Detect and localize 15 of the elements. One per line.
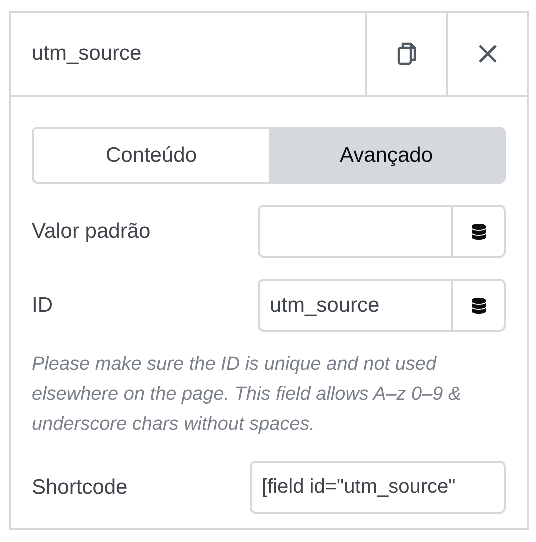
- help-text: Please make sure the ID is unique and not used elsewhere on the page. This field allows A–z 0–9 & underscore chars without spaces.: [32, 353, 462, 437]
- dynamic-tags-button[interactable]: [451, 205, 506, 258]
- field-label: ID: [32, 294, 53, 318]
- copy-icon: [396, 42, 416, 66]
- input-field[interactable]: [258, 205, 451, 258]
- tab[interactable]: Avançado: [269, 129, 504, 182]
- field-label: Shortcode: [32, 476, 128, 500]
- panel-title: utm_source: [31, 41, 143, 67]
- input-field[interactable]: utm_source: [258, 279, 451, 332]
- database-icon: [470, 298, 486, 314]
- field-label: Valor padrão: [32, 220, 151, 244]
- dynamic-tags-button[interactable]: [451, 279, 506, 332]
- shortcode-field[interactable]: [field id="utm_source": [250, 461, 506, 514]
- close-icon: [478, 44, 498, 64]
- database-icon: [470, 224, 486, 240]
